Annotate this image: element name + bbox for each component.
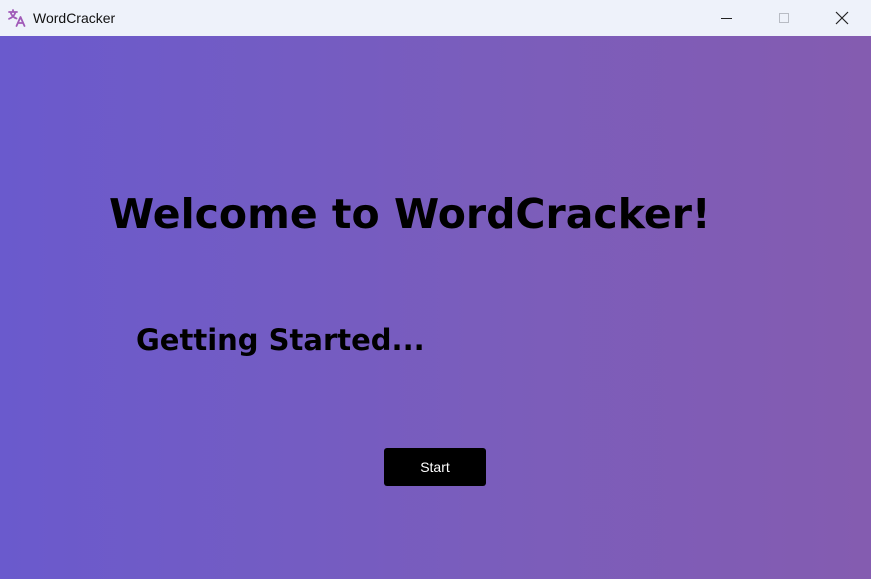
maximize-button[interactable] [755, 0, 813, 36]
app-window: WordCracker Welcome to WordCracker! Gett… [0, 0, 871, 579]
translate-icon [8, 9, 26, 27]
welcome-heading: Welcome to WordCracker! [109, 190, 711, 238]
window-title: WordCracker [33, 10, 116, 26]
maximize-icon [779, 13, 789, 23]
minimize-button[interactable] [697, 0, 755, 36]
title-bar[interactable]: WordCracker [0, 0, 871, 36]
getting-started-subtitle: Getting Started... [136, 323, 425, 357]
close-icon [835, 11, 849, 25]
main-content: Welcome to WordCracker! Getting Started.… [0, 36, 871, 579]
start-button[interactable]: Start [384, 448, 486, 486]
minimize-icon [720, 17, 732, 19]
close-button[interactable] [813, 0, 871, 36]
